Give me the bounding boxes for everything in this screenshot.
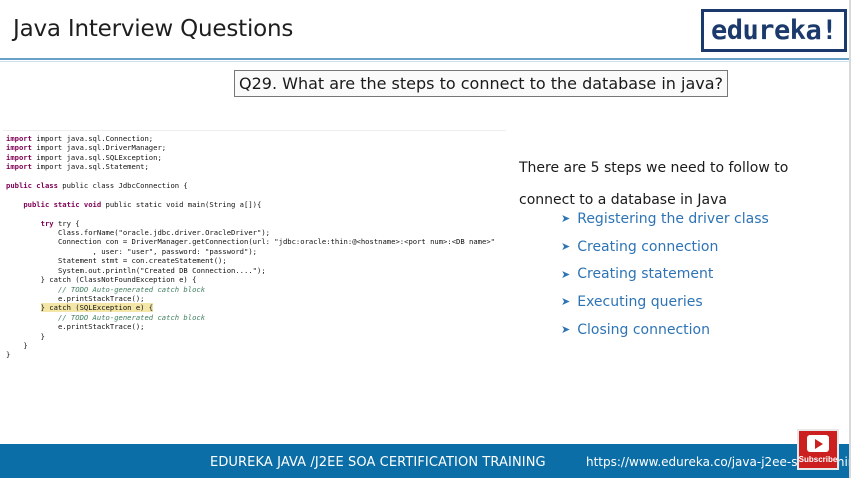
code-line-1: import import java.sql.Connection; [6, 134, 154, 143]
list-item: ➤ Registering the driver class [561, 205, 769, 233]
header-divider [0, 58, 851, 60]
code-block: import import java.sql.Connection; impor… [3, 131, 506, 358]
subscribe-label: Subscribe [798, 455, 838, 464]
steps-list: ➤ Registering the driver class ➤ Creating … [561, 205, 769, 343]
code-line-14: // TODO Auto-generated catch block [57, 284, 206, 294]
code-line-13: } catch (ClassNotFoundException e) { [40, 275, 197, 285]
code-screenshot: import import java.sql.Connection; impor… [3, 130, 506, 358]
list-item: ➤ Creating connection [561, 233, 769, 261]
step-label: Registering the driver class [577, 210, 769, 227]
step-label: Closing connection [577, 321, 710, 338]
code-line-18: e.printStackTrace(); [57, 322, 145, 332]
footer-title: EDUREKA JAVA /J2EE SOA CERTIFICATION TRA… [210, 455, 546, 470]
code-line-4: import import java.sql.Statement; [6, 162, 149, 172]
step-label: Executing queries [577, 293, 703, 310]
arrow-bullet-icon: ➤ [561, 212, 571, 226]
slide-title: Java Interview Questions [13, 16, 294, 42]
code-line-5: public class public class JdbcConnection… [6, 181, 188, 191]
slide-footer: EDUREKA JAVA /J2EE SOA CERTIFICATION TRA… [0, 444, 851, 478]
code-line-7: try try { [40, 218, 80, 228]
step-label: Creating statement [577, 266, 714, 283]
code-line-20: } [23, 340, 28, 350]
code-line-17: // TODO Auto-generated catch block [57, 312, 206, 322]
list-item: ➤ Closing connection [561, 316, 769, 344]
arrow-bullet-icon: ➤ [561, 295, 571, 309]
logo-text: edureka! [710, 15, 838, 46]
code-line-9: Connection con = DriverManager.getConnec… [57, 237, 495, 247]
question-box: Q29. What are the steps to connect to th… [234, 70, 729, 97]
list-item: ➤ Creating statement [561, 260, 769, 288]
slide-header: Java Interview Questions edureka! [0, 0, 851, 62]
code-line-3: import import java.sql.SQLException; [6, 152, 162, 162]
subscribe-button[interactable]: Subscribe [797, 429, 839, 470]
list-item: ➤ Executing queries [561, 288, 769, 316]
code-line-19: } [40, 331, 45, 341]
code-line-6: public static void public static void ma… [23, 199, 262, 209]
arrow-bullet-icon: ➤ [561, 267, 571, 281]
code-line-15: e.printStackTrace(); [57, 293, 145, 303]
code-line-16: } catch (SQLException e) { [40, 303, 154, 313]
step-label: Creating connection [577, 238, 719, 255]
arrow-bullet-icon: ➤ [561, 323, 571, 337]
code-line-2: import import java.sql.DriverManager; [6, 143, 167, 153]
play-icon [807, 435, 829, 452]
code-line-12: System.out.println("Created DB Connectio… [57, 265, 266, 275]
code-line-10: , user: "user", password: "password"); [92, 246, 257, 256]
edureka-logo[interactable]: edureka! [701, 9, 847, 52]
header-divider-light [0, 61, 851, 62]
code-line-21: } [6, 350, 11, 358]
code-line-11: Statement stmt = con.createStatement(); [57, 256, 227, 266]
code-line-8: Class.forName("oracle.jdbc.driver.Oracle… [57, 228, 270, 238]
arrow-bullet-icon: ➤ [561, 240, 571, 254]
